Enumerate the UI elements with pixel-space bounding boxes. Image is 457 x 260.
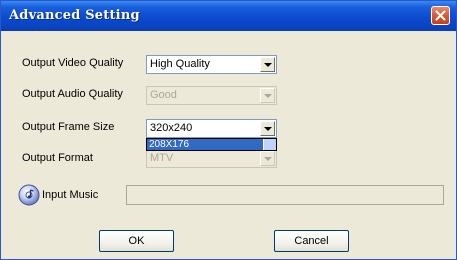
- video-quality-select[interactable]: High Quality: [146, 55, 277, 74]
- frame-size-dropdown-button[interactable]: [260, 121, 275, 136]
- chevron-down-icon: [264, 127, 272, 131]
- chevron-down-icon: [264, 94, 272, 98]
- input-music-field[interactable]: [126, 185, 444, 205]
- audio-quality-label: Output Audio Quality: [22, 88, 123, 100]
- output-format-select: MTV: [146, 149, 277, 168]
- frame-size-select[interactable]: 320x240: [146, 119, 277, 138]
- output-format-dropdown-button: [260, 151, 275, 166]
- frame-size-option[interactable]: 208X176: [147, 139, 263, 150]
- audio-quality-value: Good: [150, 89, 177, 101]
- close-button[interactable]: [431, 6, 450, 25]
- close-icon: [435, 10, 446, 21]
- output-format-label: Output Format: [22, 152, 93, 164]
- dialog-body: Output Video Quality High Quality Output…: [4, 31, 453, 258]
- frame-size-label: Output Frame Size: [22, 121, 115, 133]
- frame-size-dropdown-list: 208X176: [146, 138, 277, 151]
- cancel-button[interactable]: Cancel: [274, 230, 349, 252]
- advanced-setting-dialog: Advanced Setting Output Video Quality Hi…: [0, 0, 457, 260]
- output-format-value: MTV: [150, 152, 174, 164]
- video-quality-label: Output Video Quality: [22, 57, 124, 69]
- music-disc-icon[interactable]: [18, 184, 40, 206]
- frame-size-value: 320x240: [150, 122, 193, 134]
- dropdown-scrollbar[interactable]: [263, 139, 276, 150]
- audio-quality-dropdown-button: [260, 88, 275, 103]
- chevron-down-icon: [264, 157, 272, 161]
- video-quality-value: High Quality: [150, 58, 210, 70]
- window-title: Advanced Setting: [9, 8, 140, 23]
- title-bar[interactable]: Advanced Setting: [1, 1, 456, 31]
- audio-quality-select: Good: [146, 86, 277, 105]
- ok-button[interactable]: OK: [99, 230, 174, 252]
- input-music-label: Input Music: [42, 189, 99, 201]
- chevron-down-icon: [264, 63, 272, 67]
- video-quality-dropdown-button[interactable]: [260, 57, 275, 72]
